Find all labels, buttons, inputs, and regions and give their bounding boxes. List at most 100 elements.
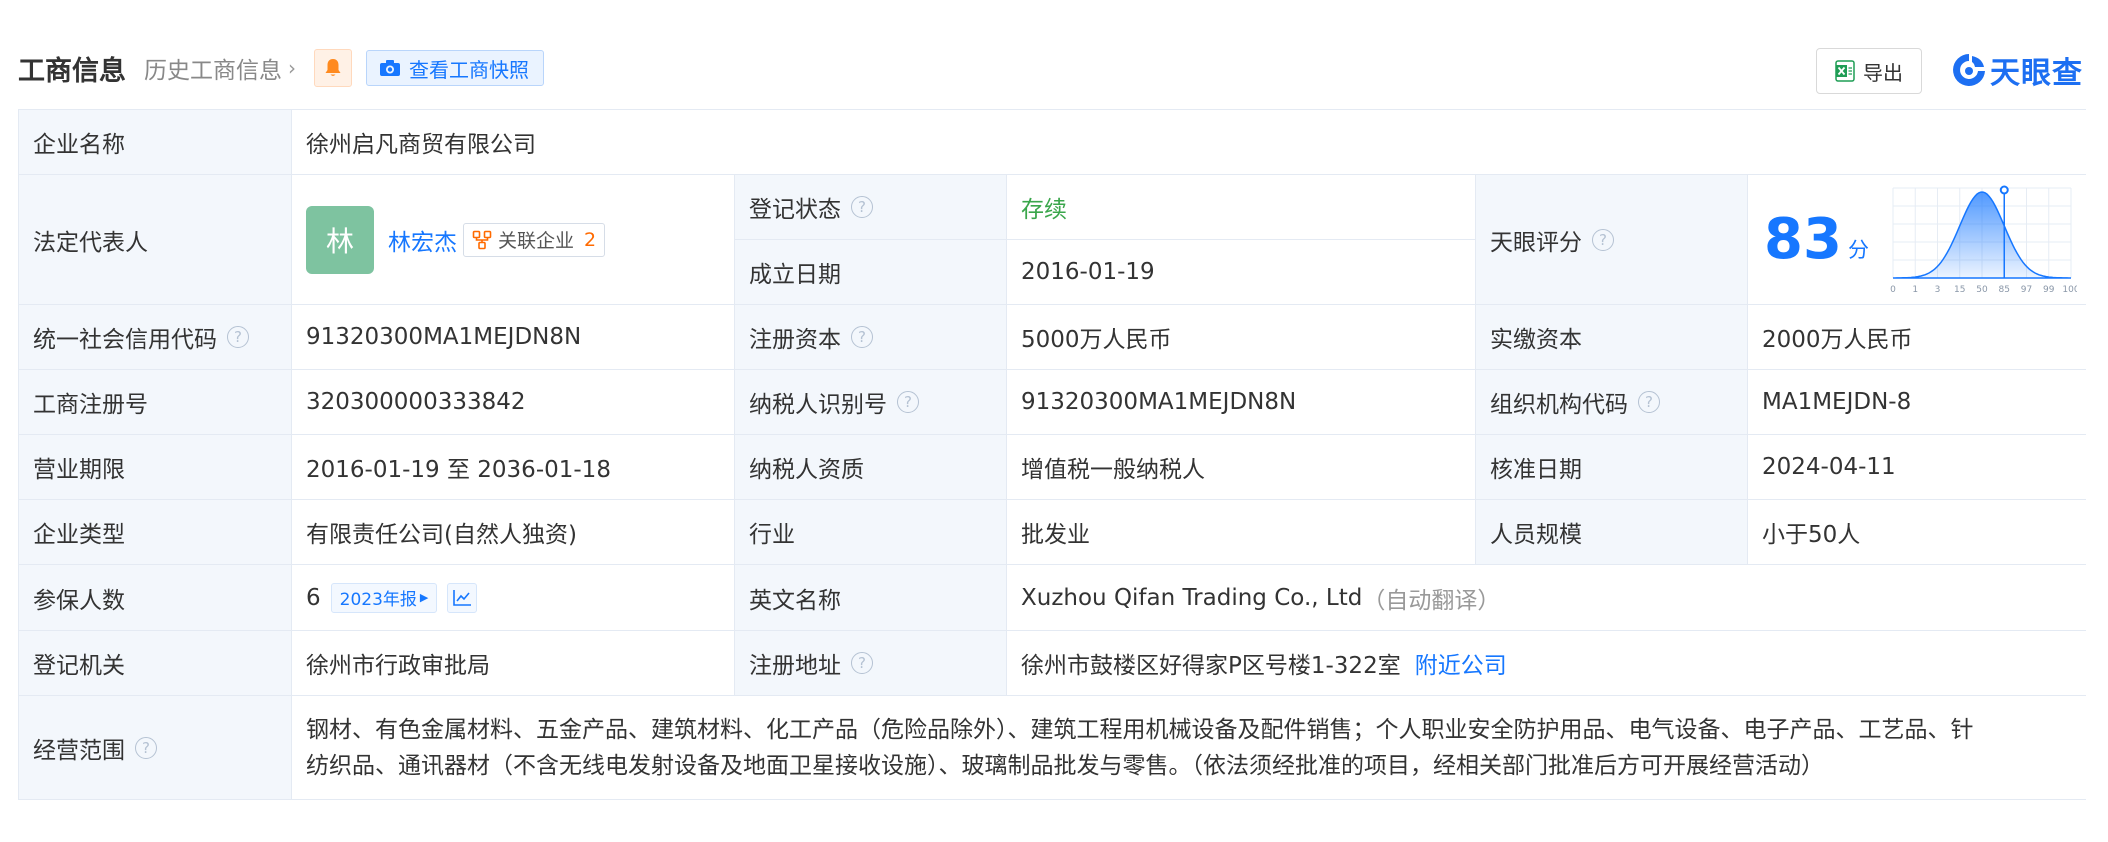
score-value: 83 [1764,206,1842,272]
org-code-cell: MA1MEJDN-8 [1748,370,2086,435]
view-snapshot-button[interactable]: 查看工商快照 [366,50,544,86]
export-button[interactable]: 导出 [1816,48,1922,94]
industry-label-cell: 行业 [735,500,1007,565]
excel-icon [1835,60,1855,82]
address-value: 徐州市鼓楼区好得家P区号楼1-322室 [1021,653,1401,679]
annual-report-label: 2023年报 [339,590,417,610]
related-companies-label: 关联企业 [498,230,575,252]
score-unit: 分 [1847,237,1869,262]
company-name: 徐州启凡商贸有限公司 [306,132,536,158]
credit-code-cell: 91320300MA1MEJDN8N [292,305,735,370]
paid-capital-cell: 2000万人民币 [1748,305,2086,370]
english-name-label-cell: 英文名称 [735,565,1007,631]
staff-value: 小于50人 [1762,522,1861,548]
industry-label: 行业 [749,522,795,548]
annual-report-button[interactable]: 2023年报 ▶ [330,582,438,613]
taxpayer-id-label-cell: 纳税人识别号? [735,370,1007,435]
founded-cell: 2016-01-19 [1007,240,1476,305]
chart-tick-label: 97 [2021,285,2032,295]
taxpayer-id-value: 91320300MA1MEJDN8N [1021,389,1297,415]
nearby-companies-link[interactable]: 附近公司 [1415,646,1507,680]
related-companies-button[interactable]: 关联企业 2 [463,222,606,257]
related-companies-count: 2 [584,228,597,251]
credit-code-label-cell: 统一社会信用代码? [19,305,292,370]
reg-no-value: 320300000333842 [306,389,526,415]
tianyancha-logo-icon [1953,54,1985,86]
chart-tick-label: 3 [1935,285,1941,295]
org-code-label-cell: 组织机构代码? [1476,370,1748,435]
authority-value: 徐州市行政审批局 [306,653,490,679]
help-icon[interactable]: ? [227,326,249,348]
score-cell[interactable]: 83 分 0 1 3 15 50 85 97 99 100 [1748,175,2086,305]
bell-icon [325,59,341,76]
paid-capital-value: 2000万人民币 [1762,327,1913,353]
help-icon[interactable]: ? [851,196,873,218]
legal-rep-cell: 林 林宏杰 关联企业 2 [292,175,735,305]
reg-status-label-cell: 登记状态? [735,175,1007,240]
logo-text: 天眼查 [1990,56,2083,91]
chart-tick-label: 15 [1954,285,1965,295]
term-label-cell: 营业期限 [19,435,292,500]
help-icon[interactable]: ? [1592,228,1614,251]
legal-rep-name-link[interactable]: 林宏杰 [388,223,457,257]
type-label-cell: 企业类型 [19,500,292,565]
help-icon[interactable]: ? [1638,391,1660,413]
score-distribution-chart: 0 1 3 15 50 85 97 99 100 [1890,185,2077,295]
company-name-cell: 徐州启凡商贸有限公司 [292,110,2086,175]
relation-graph-icon [472,230,492,249]
chart-tick-label: 99 [2043,285,2055,295]
bell-button[interactable] [314,49,352,87]
chart-tick-label: 100 [2062,285,2077,295]
staff-label-cell: 人员规模 [1476,500,1748,565]
taxpayer-qual-label: 纳税人资质 [749,457,864,483]
taxpayer-qual-value: 增值税一般纳税人 [1021,457,1205,483]
score-wrap: 83 分 0 1 3 15 50 85 97 99 100 [1748,175,2086,304]
insured-value: 6 [306,584,321,611]
scope-line: 纺织品、通讯器材（不含无线电发射设备及地面卫星接收设施）、玻璃制品批发与零售。（… [306,752,1824,779]
insured-label: 参保人数 [33,587,125,614]
history-info-link[interactable]: 历史工商信息 › [144,51,296,85]
english-name-label: 英文名称 [749,587,841,614]
founded-label-cell: 成立日期 [735,240,1007,305]
help-icon[interactable]: ? [897,391,919,413]
score-label-cell: 天眼评分? [1476,175,1748,305]
reg-no-label: 工商注册号 [33,392,148,418]
paid-capital-label-cell: 实缴资本 [1476,305,1748,370]
taxpayer-id-label: 纳税人识别号 [749,392,887,418]
camera-icon [380,60,400,76]
address-label: 注册地址 [749,653,841,679]
chart-marker-point [1999,185,2009,194]
address-label-cell: 注册地址? [735,631,1007,696]
chevron-right-icon: › [288,56,296,80]
trend-chart-button[interactable] [447,582,478,613]
scope-label: 经营范围 [33,737,125,764]
caret-right-icon: ▶ [419,591,429,604]
insured-cell: 6 2023年报 ▶ [292,565,735,631]
term-value: 2016-01-19 至 2036-01-18 [306,457,611,483]
auto-translate-note: （自动翻译） [1362,587,1501,614]
help-icon[interactable]: ? [851,326,873,348]
chart-tick-label: 50 [1976,285,1988,295]
approved-label: 核准日期 [1490,457,1582,483]
avatar[interactable]: 林 [306,205,374,274]
chart-tick-label: 1 [1912,285,1918,295]
reg-status-cell: 存续 [1007,175,1476,240]
reg-capital-cell: 5000万人民币 [1007,305,1476,370]
section-header: 工商信息 历史工商信息 › 查看工商快照 [18,44,544,92]
chart-tick-label: 85 [1998,285,2009,295]
industry-cell: 批发业 [1007,500,1476,565]
help-icon[interactable]: ? [851,652,873,674]
credit-code-label: 统一社会信用代码 [33,327,217,353]
scope-line: 钢材、有色金属材料、五金产品、建筑材料、化工产品（危险品除外）、建筑工程用机械设… [306,716,1974,743]
reg-status-value: 存续 [1021,197,1067,223]
help-icon[interactable]: ? [135,736,157,759]
authority-label-cell: 登记机关 [19,631,292,696]
reg-capital-value: 5000万人民币 [1021,327,1172,353]
approved-value: 2024-04-11 [1762,454,1896,480]
business-info-panel: 工商信息 历史工商信息 › 查看工商快照 导出 天眼查 企业名称 徐州启凡商贸有… [0,0,2108,842]
legal-rep-label-cell: 法定代表人 [19,175,292,305]
founded-label: 成立日期 [749,262,841,288]
scope-cell: 钢材、有色金属材料、五金产品、建筑材料、化工产品（危险品除外）、建筑工程用机械设… [292,696,2086,799]
reg-no-cell: 320300000333842 [292,370,735,435]
company-name-label-cell: 企业名称 [19,110,292,175]
